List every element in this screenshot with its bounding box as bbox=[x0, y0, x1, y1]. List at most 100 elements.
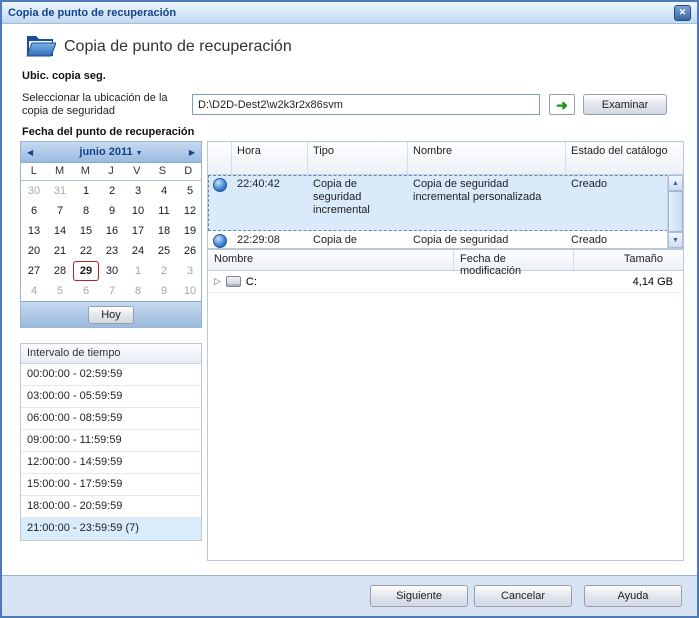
calendar-day[interactable]: 24 bbox=[125, 241, 151, 261]
calendar-day[interactable]: 22 bbox=[73, 241, 99, 261]
recovery-point-row[interactable]: 22:29:08Copia de seguridad incrementalCo… bbox=[208, 231, 683, 249]
calendar-day[interactable]: 1 bbox=[125, 261, 151, 281]
calendar-day[interactable]: 10 bbox=[177, 281, 203, 301]
calendar-day[interactable]: 13 bbox=[21, 221, 47, 241]
calendar-month-selector[interactable]: junio 2011 ▼ bbox=[33, 146, 189, 158]
calendar-day[interactable]: 2 bbox=[151, 261, 177, 281]
calendar-day[interactable]: 21 bbox=[47, 241, 73, 261]
calendar-day[interactable]: 27 bbox=[21, 261, 47, 281]
close-icon: ✕ bbox=[679, 7, 687, 18]
expand-arrow-icon[interactable]: ▷ bbox=[214, 276, 221, 287]
recovery-date-section-label: Fecha del punto de recuperación bbox=[22, 126, 194, 138]
calendar-day[interactable]: 2 bbox=[99, 181, 125, 201]
recovery-points-header-row: Hora Tipo Nombre Estado del catálogo bbox=[208, 142, 683, 175]
recovery-point-icon-cell bbox=[208, 175, 232, 230]
time-interval-item[interactable]: 09:00:00 - 11:59:59 bbox=[21, 430, 201, 452]
calendar-day[interactable]: 9 bbox=[151, 281, 177, 301]
go-button[interactable]: ➜ bbox=[549, 94, 575, 115]
recovery-points-table: Hora Tipo Nombre Estado del catálogo 22:… bbox=[207, 141, 684, 249]
calendar-dayname-label: J bbox=[98, 163, 124, 180]
volumes-body: ▷C:4,14 GB bbox=[208, 271, 683, 293]
backup-location-section-label: Ubic. copia seg. bbox=[22, 70, 106, 82]
column-header-nombre[interactable]: Nombre bbox=[408, 142, 566, 174]
calendar-day[interactable]: 10 bbox=[125, 201, 151, 221]
calendar-day[interactable]: 30 bbox=[99, 261, 125, 281]
volume-size: 4,14 GB bbox=[573, 276, 683, 288]
calendar-day[interactable]: 20 bbox=[21, 241, 47, 261]
recovery-point-row[interactable]: 22:40:42Copia de seguridad incrementalCo… bbox=[208, 175, 683, 231]
time-interval-item[interactable]: 21:00:00 - 23:59:59 (7) bbox=[21, 518, 201, 540]
backup-location-field-label: Seleccionar la ubicación de la copia de … bbox=[22, 92, 184, 118]
column-header-estado[interactable]: Estado del catálogo bbox=[566, 142, 683, 174]
calendar-day[interactable]: 31 bbox=[47, 181, 73, 201]
calendar-grid: 3031123456789101112131415161718192021222… bbox=[21, 181, 203, 301]
calendar-day[interactable]: 5 bbox=[177, 181, 203, 201]
calendar-day[interactable]: 7 bbox=[47, 201, 73, 221]
calendar-day[interactable]: 17 bbox=[125, 221, 151, 241]
calendar-day[interactable]: 3 bbox=[177, 261, 203, 281]
time-interval-item[interactable]: 06:00:00 - 08:59:59 bbox=[21, 408, 201, 430]
calendar-day[interactable]: 9 bbox=[99, 201, 125, 221]
calendar-day[interactable]: 25 bbox=[151, 241, 177, 261]
time-interval-item[interactable]: 00:00:00 - 02:59:59 bbox=[21, 364, 201, 386]
close-button[interactable]: ✕ bbox=[674, 5, 691, 21]
calendar-day[interactable]: 4 bbox=[151, 181, 177, 201]
calendar-next-button[interactable]: ▶ bbox=[189, 148, 195, 157]
vertical-scrollbar[interactable]: ▲ ▼ bbox=[667, 175, 683, 248]
calendar-header: ◀ junio 2011 ▼ ▶ bbox=[21, 142, 201, 163]
recovery-point-time: 22:40:42 bbox=[232, 175, 308, 230]
calendar-day[interactable]: 14 bbox=[47, 221, 73, 241]
recovery-point-icon-cell bbox=[208, 231, 232, 249]
calendar-dayname-label: D bbox=[175, 163, 201, 180]
time-interval-item[interactable]: 12:00:00 - 14:59:59 bbox=[21, 452, 201, 474]
calendar-dayname-label: L bbox=[21, 163, 47, 180]
time-interval-panel: Intervalo de tiempo 00:00:00 - 02:59:590… bbox=[20, 343, 202, 541]
calendar-day[interactable]: 8 bbox=[73, 201, 99, 221]
calendar-day[interactable]: 23 bbox=[99, 241, 125, 261]
calendar-day[interactable]: 1 bbox=[73, 181, 99, 201]
scroll-down-button[interactable]: ▼ bbox=[668, 232, 683, 248]
calendar-day[interactable]: 7 bbox=[99, 281, 125, 301]
column-header-fecha-modificacion[interactable]: Fecha de modificación bbox=[453, 250, 573, 270]
calendar-day[interactable]: 11 bbox=[151, 201, 177, 221]
volume-row[interactable]: ▷C:4,14 GB bbox=[208, 271, 683, 293]
calendar-month-label: junio 2011 bbox=[79, 146, 132, 158]
calendar-dayname-label: S bbox=[150, 163, 176, 180]
calendar-day[interactable]: 18 bbox=[151, 221, 177, 241]
backup-location-input[interactable] bbox=[192, 94, 540, 115]
calendar-day[interactable]: 30 bbox=[21, 181, 47, 201]
calendar-day[interactable]: 6 bbox=[21, 201, 47, 221]
calendar-day[interactable]: 19 bbox=[177, 221, 203, 241]
browse-button[interactable]: Examinar bbox=[583, 94, 667, 115]
today-button[interactable]: Hoy bbox=[88, 306, 134, 324]
calendar-dayname-label: M bbox=[47, 163, 73, 180]
column-header-tamano[interactable]: Tamaño bbox=[573, 250, 683, 270]
calendar-day[interactable]: 8 bbox=[125, 281, 151, 301]
calendar-day[interactable]: 5 bbox=[47, 281, 73, 301]
calendar-dropdown-icon: ▼ bbox=[136, 150, 143, 157]
recovery-points-body: 22:40:42Copia de seguridad incrementalCo… bbox=[208, 175, 683, 249]
scroll-up-button[interactable]: ▲ bbox=[668, 175, 683, 191]
time-interval-item[interactable]: 18:00:00 - 20:59:59 bbox=[21, 496, 201, 518]
calendar-day[interactable]: 28 bbox=[47, 261, 73, 281]
calendar-day[interactable]: 29 bbox=[73, 261, 99, 281]
backup-point-icon bbox=[213, 234, 227, 248]
drive-icon bbox=[226, 276, 241, 287]
calendar-day[interactable]: 12 bbox=[177, 201, 203, 221]
column-header-volume-nombre[interactable]: Nombre bbox=[208, 250, 453, 270]
column-header-hora[interactable]: Hora bbox=[232, 142, 308, 174]
calendar-day[interactable]: 15 bbox=[73, 221, 99, 241]
backup-point-icon bbox=[213, 178, 227, 192]
cancel-button[interactable]: Cancelar bbox=[474, 585, 572, 607]
column-header-tipo[interactable]: Tipo bbox=[308, 142, 408, 174]
help-button[interactable]: Ayuda bbox=[584, 585, 682, 607]
calendar-day[interactable]: 26 bbox=[177, 241, 203, 261]
time-interval-item[interactable]: 15:00:00 - 17:59:59 bbox=[21, 474, 201, 496]
calendar-day[interactable]: 16 bbox=[99, 221, 125, 241]
time-interval-item[interactable]: 03:00:00 - 05:59:59 bbox=[21, 386, 201, 408]
scroll-thumb[interactable] bbox=[668, 191, 683, 232]
next-button[interactable]: Siguiente bbox=[370, 585, 468, 607]
calendar-day[interactable]: 3 bbox=[125, 181, 151, 201]
calendar-day[interactable]: 6 bbox=[73, 281, 99, 301]
calendar-day[interactable]: 4 bbox=[21, 281, 47, 301]
